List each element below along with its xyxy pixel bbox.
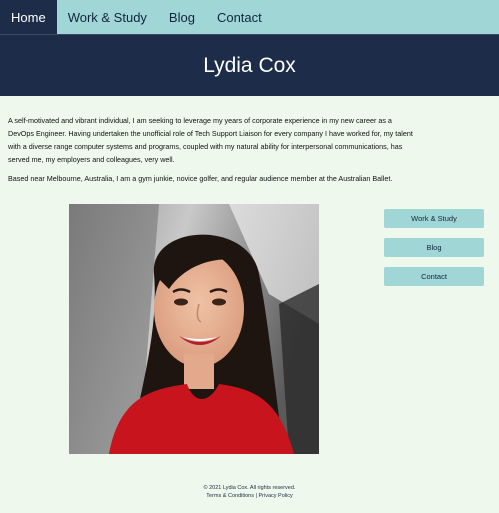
intro-paragraph: A self-motivated and vibrant individual,… xyxy=(8,116,413,164)
top-nav: Home Work & Study Blog Contact xyxy=(0,0,499,34)
page-header: Lydia Cox xyxy=(0,34,499,96)
privacy-link[interactable]: Privacy Policy xyxy=(258,493,292,499)
footer-links: Terms & Conditions | Privacy Policy xyxy=(0,493,499,501)
footer-separator: | xyxy=(255,492,257,499)
page-title: Lydia Cox xyxy=(203,53,296,77)
sidebar-buttons: Work & Study Blog Contact xyxy=(384,209,484,296)
nav-work-study[interactable]: Work & Study xyxy=(57,0,158,34)
nav-home[interactable]: Home xyxy=(0,0,57,34)
profile-photo-image xyxy=(69,204,319,454)
nav-contact[interactable]: Contact xyxy=(206,0,273,34)
nav-blog[interactable]: Blog xyxy=(158,0,206,34)
terms-link[interactable]: Terms & Conditions xyxy=(206,493,254,499)
copyright-text: © 2021 Lydia Cox. All rights reserved. xyxy=(203,485,296,491)
profile-photo xyxy=(69,204,319,454)
intro-paragraph: Based near Melbourne, Australia, I am a … xyxy=(8,174,393,183)
contact-button[interactable]: Contact xyxy=(384,267,484,286)
blog-button[interactable]: Blog xyxy=(384,238,484,257)
intro-section: A self-motivated and vibrant individual,… xyxy=(8,114,418,191)
work-study-button[interactable]: Work & Study xyxy=(384,209,484,228)
footer: © 2021 Lydia Cox. All rights reserved. T… xyxy=(0,485,499,500)
